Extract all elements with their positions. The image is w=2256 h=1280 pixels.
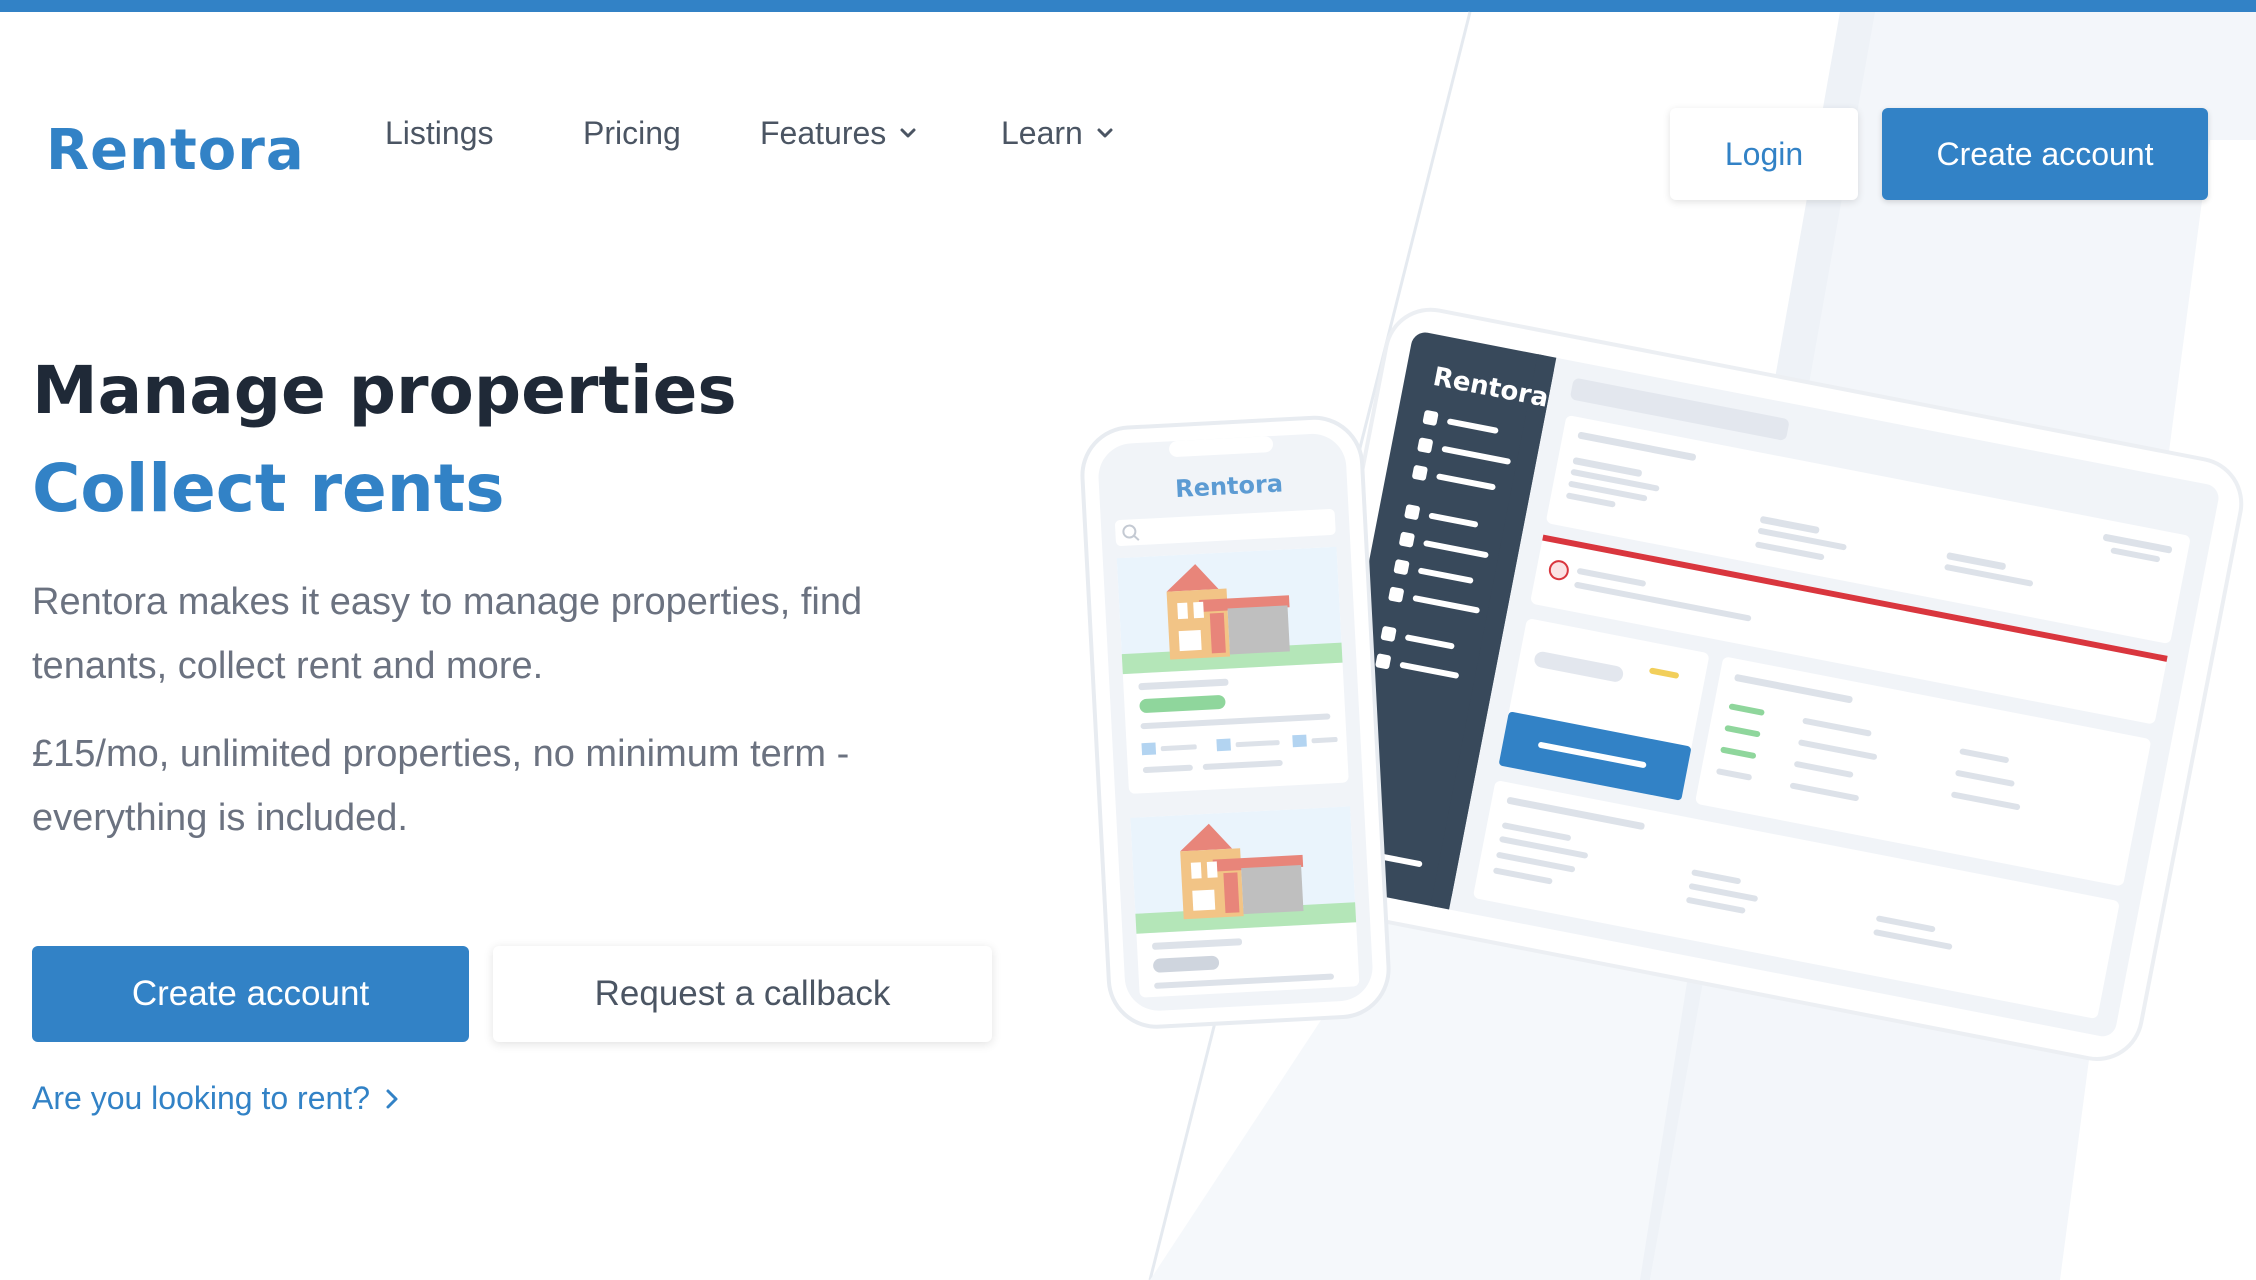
nav-pricing-label: Pricing xyxy=(583,114,681,151)
chevron-down-icon xyxy=(1097,128,1113,138)
nav-listings[interactable]: Listings xyxy=(385,115,494,152)
request-callback-button[interactable]: Request a callback xyxy=(493,946,992,1042)
hero-description: Rentora makes it easy to manage properti… xyxy=(32,581,863,687)
nav-features-label: Features xyxy=(760,114,887,151)
create-account-button[interactable]: Create account xyxy=(32,946,469,1042)
login-button[interactable]: Login xyxy=(1670,108,1858,200)
nav-learn[interactable]: Learn xyxy=(1001,115,1115,152)
chevron-down-icon xyxy=(900,128,916,138)
hero-pricing-text: £15/mo, unlimited properties, no minimum… xyxy=(32,733,850,839)
looking-to-rent-link[interactable]: Are you looking to rent? xyxy=(32,1080,400,1117)
brand-logo[interactable]: Rentora xyxy=(46,118,305,183)
create-account-button-header[interactable]: Create account xyxy=(1882,108,2208,200)
hero-subtitle: Collect rents xyxy=(32,450,505,527)
phone-brand-logo: Rentora xyxy=(1174,469,1283,503)
phone-listing-card xyxy=(1116,546,1349,794)
nav-features[interactable]: Features xyxy=(760,115,918,152)
nav-listings-label: Listings xyxy=(385,114,494,151)
chevron-right-icon xyxy=(386,1089,398,1108)
looking-to-rent-label: Are you looking to rent? xyxy=(32,1080,370,1116)
nav-learn-label: Learn xyxy=(1001,114,1083,151)
phone-listing-card xyxy=(1130,806,1360,998)
phone-mockup: Rentora xyxy=(1080,415,1391,1029)
hero-title: Manage properties xyxy=(32,352,737,429)
nav-pricing[interactable]: Pricing xyxy=(583,115,681,152)
